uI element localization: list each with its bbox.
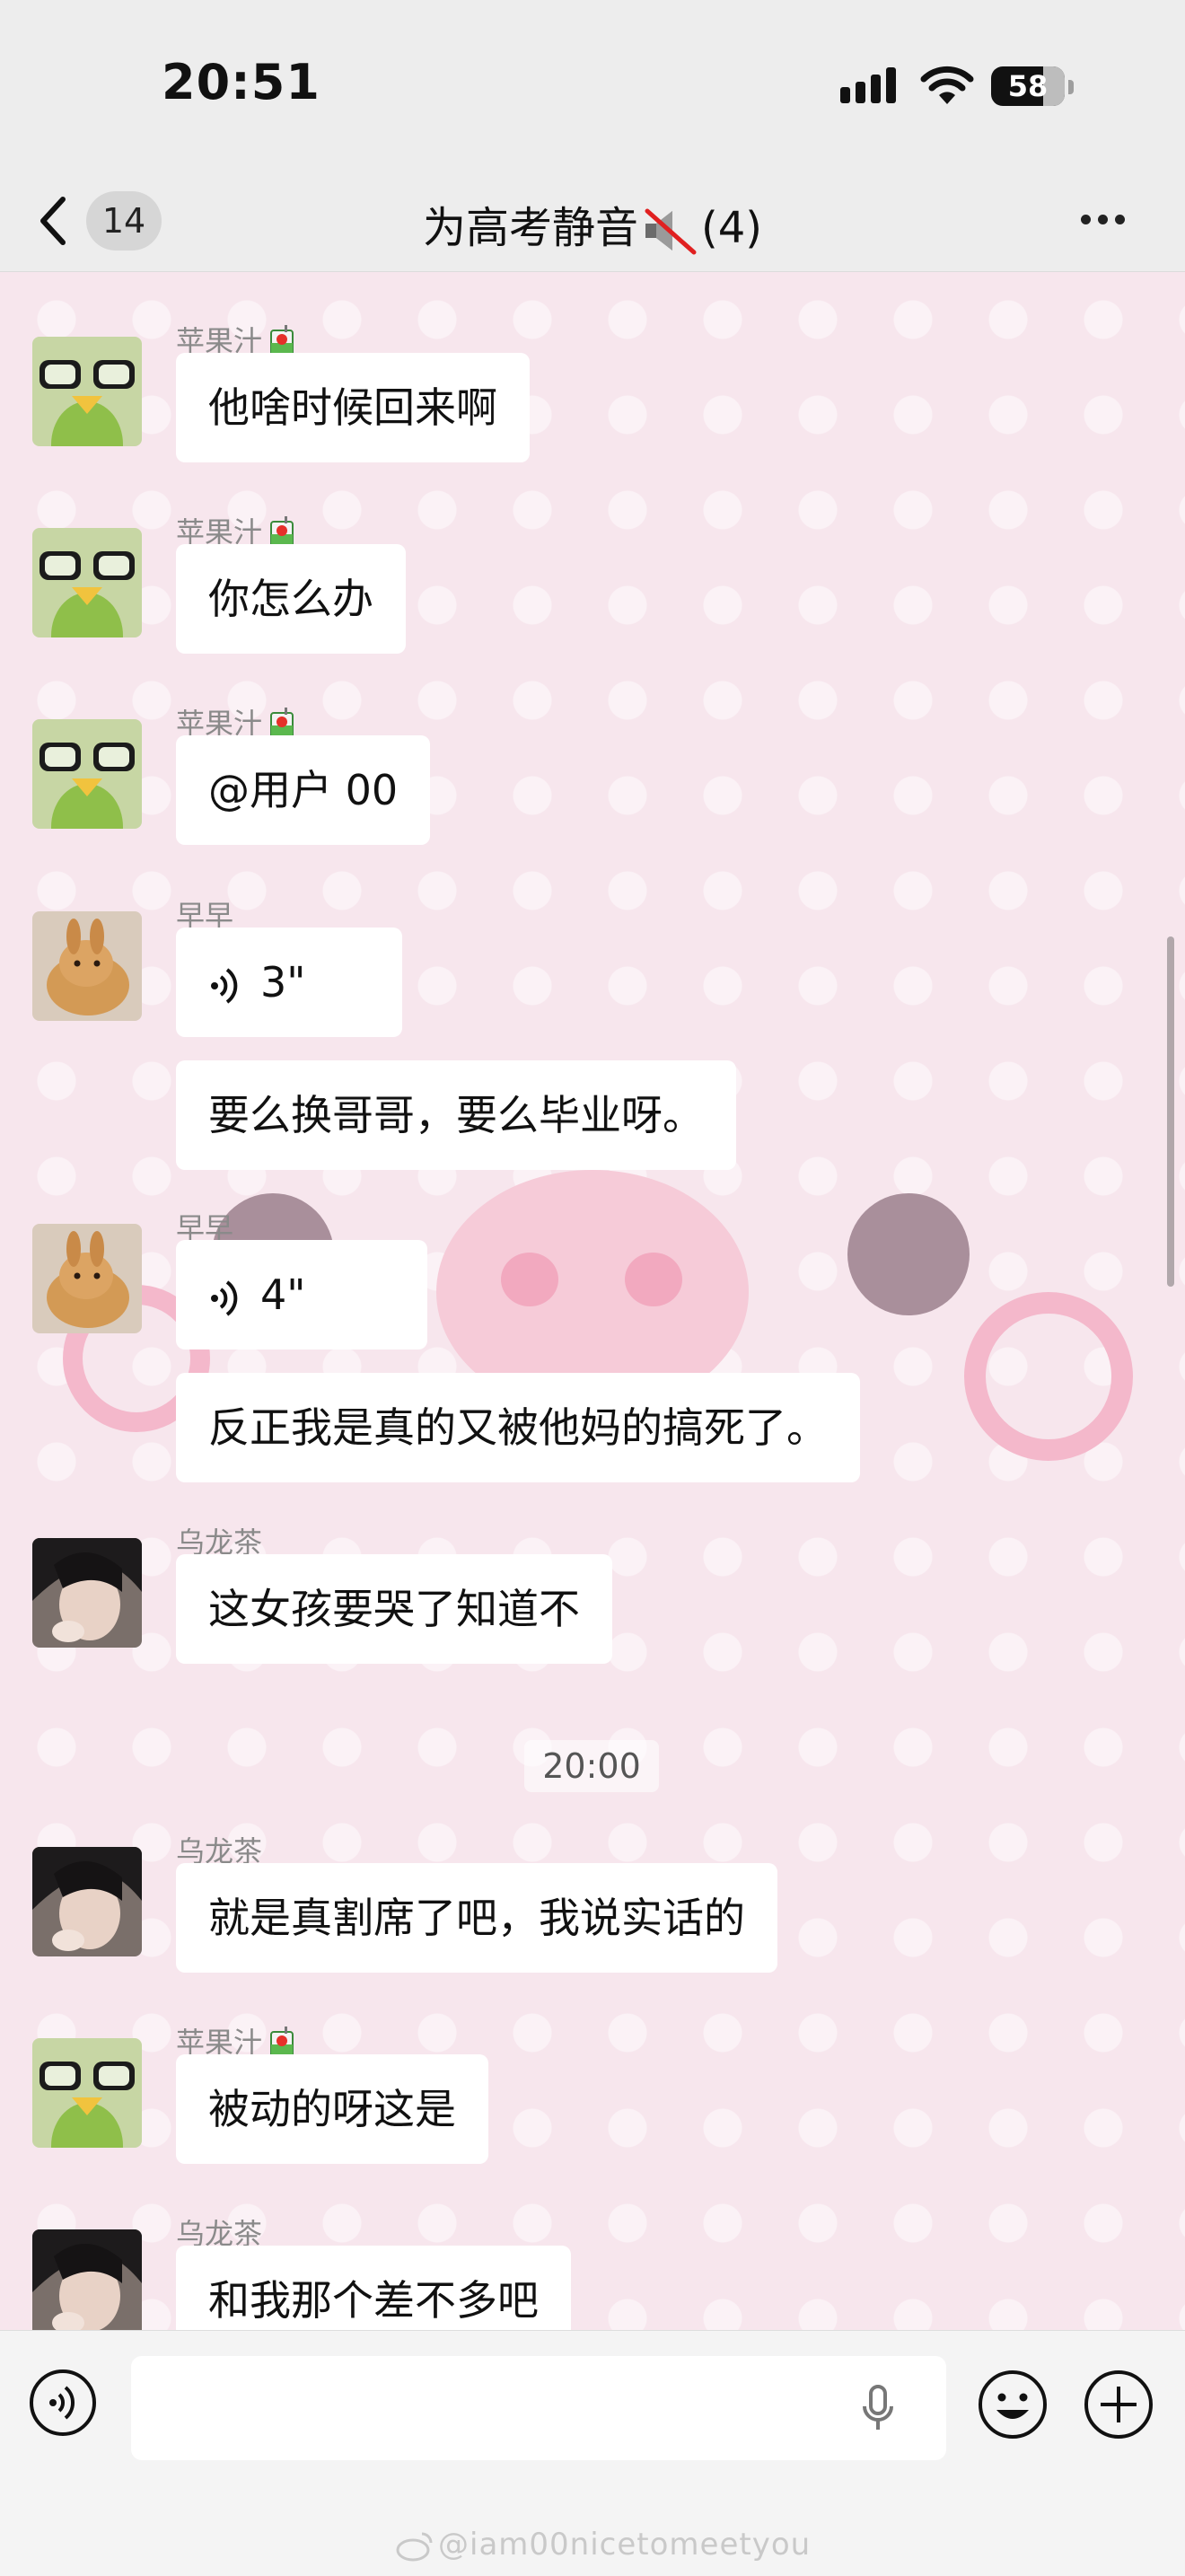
wallpaper-pig-ear-right [847,1193,970,1315]
voice-duration: 3" [260,958,306,1007]
message-bubble[interactable]: 反正我是真的又被他妈的搞死了。 [176,1373,860,1482]
voice-wave-icon [211,1279,238,1316]
wallpaper-pig-nostril-left [501,1253,558,1306]
avatar[interactable] [32,2038,142,2148]
message-bubble[interactable]: 就是真割席了吧，我说实话的 [176,1863,777,1973]
message-bubble[interactable]: 这女孩要哭了知道不 [176,1554,612,1664]
voice-duration: 4" [260,1270,306,1319]
voice-message-bubble[interactable]: 4" [176,1240,427,1350]
time-divider: 20:00 [524,1740,659,1792]
chat-title[interactable]: 为高考静音 (4) [0,192,1185,256]
battery-icon: 58 [991,66,1065,106]
avatar[interactable] [32,1538,142,1648]
message-bubble[interactable]: @用户 00 [176,735,431,845]
cellular-signal-icon [840,67,901,103]
avatar[interactable] [32,911,142,1021]
more-options-button[interactable] [1077,198,1142,242]
status-time: 20:51 [162,54,320,110]
voice-wave-icon [211,967,238,1004]
voice-input-toggle-icon[interactable] [29,2369,97,2437]
battery-level: 58 [1007,69,1049,103]
status-bar: 20:51 58 [0,0,1185,171]
watermark: @iam00nicetomeetyou [395,2527,811,2563]
avatar[interactable] [32,719,142,829]
avatar[interactable] [32,337,142,446]
message-bubble[interactable]: 被动的呀这是 [176,2054,488,2164]
chat-header: 14 为高考静音 (4) [0,171,1185,272]
microphone-icon[interactable] [860,2383,896,2433]
avatar[interactable] [32,2229,142,2330]
message-bubble[interactable]: 他啥时候回来啊 [176,353,530,462]
weibo-logo-icon [396,2532,433,2561]
message-list[interactable]: 苹果汁 他啥时候回来啊 苹果汁 你怎么办 苹果汁 @用户 00 早早 3" 要么… [0,272,1185,2330]
avatar[interactable] [32,528,142,637]
message-bubble[interactable]: 和我那个差不多吧 [176,2246,571,2330]
wallpaper-swirl-right [964,1292,1133,1461]
message-bubble[interactable]: 要么换哥哥，要么毕业呀。 [176,1060,736,1170]
wallpaper-pig-nostril-right [625,1253,682,1306]
message-bubble[interactable]: 你怎么办 [176,544,406,654]
scrollbar[interactable] [1167,936,1174,1287]
emoji-icon[interactable] [977,2369,1049,2440]
battery-nub [1068,80,1074,94]
input-bar: @iam00nicetomeetyou [0,2330,1185,2576]
group-name: 为高考静音 [422,203,638,253]
wifi-icon [920,66,974,104]
plus-icon[interactable] [1083,2369,1154,2440]
message-input[interactable] [131,2356,946,2460]
avatar[interactable] [32,1847,142,1956]
muted-speaker-icon [645,208,697,255]
avatar[interactable] [32,1224,142,1333]
voice-message-bubble[interactable]: 3" [176,928,402,1037]
member-count: (4) [701,203,762,253]
